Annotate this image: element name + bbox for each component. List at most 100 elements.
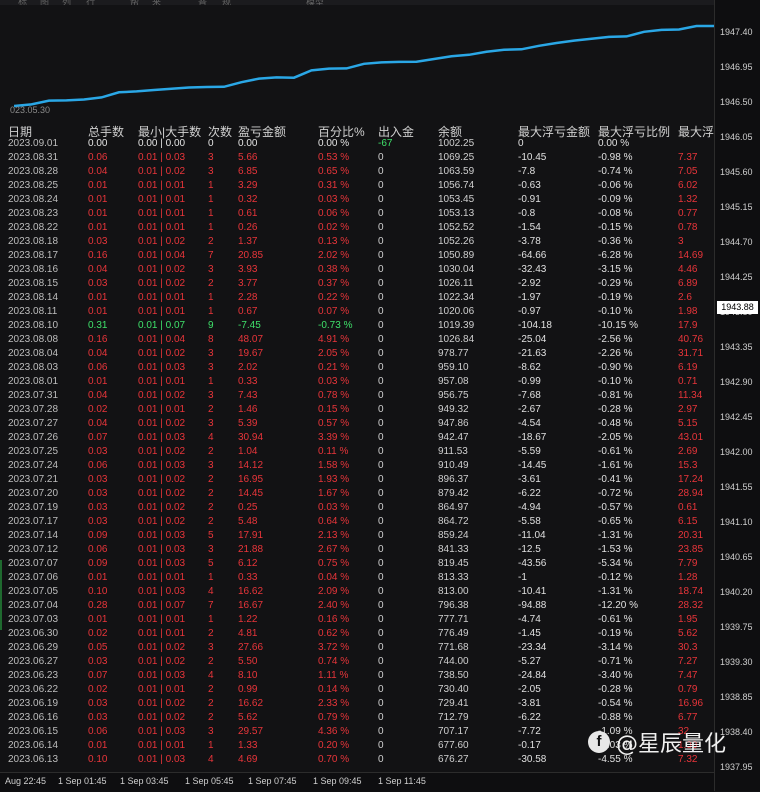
- table-row[interactable]: 2023.08.04 0.04 0.01 | 0.02 3 19.67 2.05 % 0 97…: [0, 347, 714, 361]
- total-lots-cell: 0.06: [88, 544, 108, 555]
- max-float-loss-pct-cell: -1.53 %: [598, 544, 633, 555]
- price-axis[interactable]: 1947.40 1946.95 1946.50 1946.05 1945.60 1945.…: [714, 0, 760, 791]
- max-float-loss-cell: -8.62: [518, 362, 541, 373]
- time-axis[interactable]: Aug 22:45 1 Sep 01:45 1 Sep 03:45 1 Sep 05:…: [0, 772, 714, 792]
- balance-cell: 1026.11: [438, 278, 474, 289]
- table-row[interactable]: 2023.08.15 0.03 0.01 | 0.02 2 3.77 0.37 % 0 102…: [0, 277, 714, 291]
- top-menu-item[interactable]: 图: [40, 0, 49, 5]
- trade-count-cell: 3: [208, 642, 214, 653]
- top-menu-item[interactable]: 行: [86, 0, 95, 5]
- toolbar-strip[interactable]: 标 图 列 行 帮 来 普 规 模型: [0, 0, 714, 5]
- table-row[interactable]: 2023.08.25 0.01 0.01 | 0.01 1 3.29 0.31 % 0 105…: [0, 179, 714, 193]
- table-row[interactable]: 2023.07.06 0.01 0.01 | 0.01 1 0.33 0.04 % 0 813…: [0, 571, 714, 585]
- table-row[interactable]: 2023.07.04 0.28 0.01 | 0.07 7 16.67 2.40 % 0 79…: [0, 599, 714, 613]
- date-cell: 2023.07.03: [8, 614, 59, 625]
- max-float-loss-pct-cell: -0.57 %: [598, 502, 633, 513]
- table-row[interactable]: 2023.08.23 0.01 0.01 | 0.01 1 0.61 0.06 % 0 105…: [0, 207, 714, 221]
- table-row[interactable]: 2023.06.23 0.07 0.01 | 0.03 4 8.10 1.11 % 0 738…: [0, 669, 714, 683]
- balance-cell: 707.17: [438, 726, 469, 737]
- lot-range-cell: 0.01 | 0.01: [138, 376, 186, 387]
- table-row[interactable]: 2023.06.27 0.03 0.01 | 0.02 2 5.50 0.74 % 0 744…: [0, 655, 714, 669]
- percent-cell: 0.04 %: [318, 572, 350, 583]
- table-row[interactable]: 2023.06.22 0.02 0.01 | 0.01 2 0.99 0.14 % 0 730…: [0, 683, 714, 697]
- lot-range-cell: 0.01 | 0.03: [138, 726, 186, 737]
- top-menu-item[interactable]: 来: [152, 0, 161, 5]
- table-row[interactable]: 2023.08.01 0.01 0.01 | 0.01 1 0.33 0.03 % 0 957…: [0, 375, 714, 389]
- trade-count-cell: 2: [208, 684, 214, 695]
- table-row[interactable]: 2023.07.03 0.01 0.01 | 0.01 1 1.22 0.16 % 0 777…: [0, 613, 714, 627]
- price-tick-label: 1941.55: [720, 482, 753, 492]
- table-row[interactable]: 2023.07.28 0.02 0.01 | 0.01 2 1.46 0.15 % 0 949…: [0, 403, 714, 417]
- top-menu-item[interactable]: 普: [198, 0, 207, 5]
- balance-cell: 1052.26: [438, 236, 475, 247]
- lot-range-cell: 0.01 | 0.02: [138, 698, 186, 709]
- trade-count-cell: 8: [208, 334, 214, 345]
- table-row[interactable]: 2023.07.07 0.09 0.01 | 0.03 5 6.12 0.75 % 0 819…: [0, 557, 714, 571]
- table-row[interactable]: 2023.08.31 0.06 0.01 | 0.03 3 5.66 0.53 % 0 106…: [0, 151, 714, 165]
- total-lots-cell: 0.06: [88, 362, 108, 373]
- table-row[interactable]: 2023.08.24 0.01 0.01 | 0.01 1 0.32 0.03 % 0 105…: [0, 193, 714, 207]
- table-row[interactable]: 2023.07.05 0.10 0.01 | 0.03 4 16.62 2.09 % 0 81…: [0, 585, 714, 599]
- table-row[interactable]: 2023.08.08 0.16 0.01 | 0.04 8 48.07 4.91 % 0 10…: [0, 333, 714, 347]
- max-float-loss-pct-cell: -0.36 %: [598, 236, 633, 247]
- pnl-cell: 5.50: [238, 656, 258, 667]
- total-lots-cell: 0.03: [88, 656, 108, 667]
- table-row[interactable]: 2023.07.27 0.04 0.01 | 0.02 3 5.39 0.57 % 0 947…: [0, 417, 714, 431]
- table-row[interactable]: 2023.08.03 0.06 0.01 | 0.03 3 2.02 0.21 % 0 959…: [0, 361, 714, 375]
- table-row[interactable]: 2023.08.16 0.04 0.01 | 0.02 3 3.93 0.38 % 0 103…: [0, 263, 714, 277]
- table-row[interactable]: 2023.06.19 0.03 0.01 | 0.02 2 16.62 2.33 % 0 72…: [0, 697, 714, 711]
- table-row[interactable]: 2023.07.25 0.03 0.01 | 0.02 2 1.04 0.11 % 0 911…: [0, 445, 714, 459]
- table-row[interactable]: 2023.06.29 0.05 0.01 | 0.02 3 27.66 3.72 % 0 77…: [0, 641, 714, 655]
- total-lots-cell: 0.07: [88, 432, 108, 443]
- table-row[interactable]: 2023.08.17 0.16 0.01 | 0.04 7 20.85 2.02 % 0 10…: [0, 249, 714, 263]
- table-row[interactable]: 2023.08.14 0.01 0.01 | 0.01 1 2.28 0.22 % 0 102…: [0, 291, 714, 305]
- cash-flow-cell: 0: [378, 236, 384, 247]
- cash-flow-cell: 0: [378, 334, 384, 345]
- pnl-cell: 0.33: [238, 572, 258, 583]
- lot-range-cell: 0.01 | 0.03: [138, 544, 186, 555]
- table-row[interactable]: 2023.07.19 0.03 0.01 | 0.02 2 0.25 0.03 % 0 864…: [0, 501, 714, 515]
- percent-cell: 1.11 %: [318, 670, 349, 681]
- total-lots-cell: 0.03: [88, 488, 108, 499]
- table-row[interactable]: 2023.07.31 0.04 0.01 | 0.02 3 7.43 0.78 % 0 956…: [0, 389, 714, 403]
- top-menu-item[interactable]: 列: [62, 0, 71, 5]
- table-row[interactable]: 2023.07.26 0.07 0.01 | 0.03 4 30.94 3.39 % 0 94…: [0, 431, 714, 445]
- top-menu-item[interactable]: 标: [18, 0, 27, 5]
- percent-cell: 0.31 %: [318, 180, 350, 191]
- pnl-cell: 48.07: [238, 334, 264, 345]
- table-row[interactable]: 2023.06.30 0.02 0.01 | 0.01 2 4.81 0.62 % 0 776…: [0, 627, 714, 641]
- total-lots-cell: 0.01: [88, 376, 108, 387]
- top-menu-item[interactable]: 帮: [130, 0, 139, 5]
- max-float-loss-pct-cell: -12.20 %: [598, 600, 639, 611]
- cash-flow-cell: 0: [378, 628, 384, 639]
- date-cell: 2023.06.23: [8, 670, 59, 681]
- table-row[interactable]: 2023.08.10 0.31 0.01 | 0.07 9 -7.45 -0.73 % 0 1…: [0, 319, 714, 333]
- table-row[interactable]: 2023.08.11 0.01 0.01 | 0.01 1 0.67 0.07 % 0 102…: [0, 305, 714, 319]
- lot-range-cell: 0.01 | 0.02: [138, 712, 186, 723]
- max-float-loss-cell: -1.54: [518, 222, 541, 233]
- max-float-loss-cell: -24.84: [518, 670, 547, 681]
- table-row[interactable]: 2023.08.18 0.03 0.01 | 0.02 2 1.37 0.13 % 0 105…: [0, 235, 714, 249]
- balance-cell: 1053.45: [438, 194, 475, 205]
- total-lots-cell: 0.31: [88, 320, 108, 331]
- cash-flow-cell: 0: [378, 600, 384, 611]
- top-menu-item[interactable]: 规: [222, 0, 231, 5]
- total-lots-cell: 0.09: [88, 558, 108, 569]
- table-row[interactable]: 2023.06.16 0.03 0.01 | 0.02 2 5.62 0.79 % 0 712…: [0, 711, 714, 725]
- max-float-loss-cell: -18.67: [518, 432, 547, 443]
- top-menu-item[interactable]: 模型: [306, 0, 324, 5]
- price-tick-label: 1940.65: [720, 552, 753, 562]
- cash-flow-cell: 0: [378, 222, 384, 233]
- chart-start-date: 023.05.30: [10, 105, 51, 115]
- table-row[interactable]: 2023.07.17 0.03 0.01 | 0.02 2 5.48 0.64 % 0 864…: [0, 515, 714, 529]
- table-row[interactable]: 2023.07.24 0.06 0.01 | 0.03 3 14.12 1.58 % 0 91…: [0, 459, 714, 473]
- table-row[interactable]: 2023.08.28 0.04 0.01 | 0.02 3 6.85 0.65 % 0 106…: [0, 165, 714, 179]
- table-row[interactable]: 2023.08.22 0.01 0.01 | 0.01 1 0.26 0.02 % 0 105…: [0, 221, 714, 235]
- max-float-cell: 14.69: [678, 250, 704, 261]
- table-row[interactable]: 2023.07.20 0.03 0.01 | 0.02 2 14.45 1.67 % 0 87…: [0, 487, 714, 501]
- table-row[interactable]: 2023.07.12 0.06 0.01 | 0.03 3 21.88 2.67 % 0 84…: [0, 543, 714, 557]
- percent-cell: 0.53 %: [318, 152, 350, 163]
- table-row[interactable]: 2023.07.14 0.09 0.01 | 0.03 5 17.91 2.13 % 0 85…: [0, 529, 714, 543]
- table-row[interactable]: 2023.07.21 0.03 0.01 | 0.02 2 16.95 1.93 % 0 89…: [0, 473, 714, 487]
- table-row[interactable]: 2023.09.01 0.00 0.00 | 0.00 0 0.00 0.00 % -67 1…: [0, 137, 714, 151]
